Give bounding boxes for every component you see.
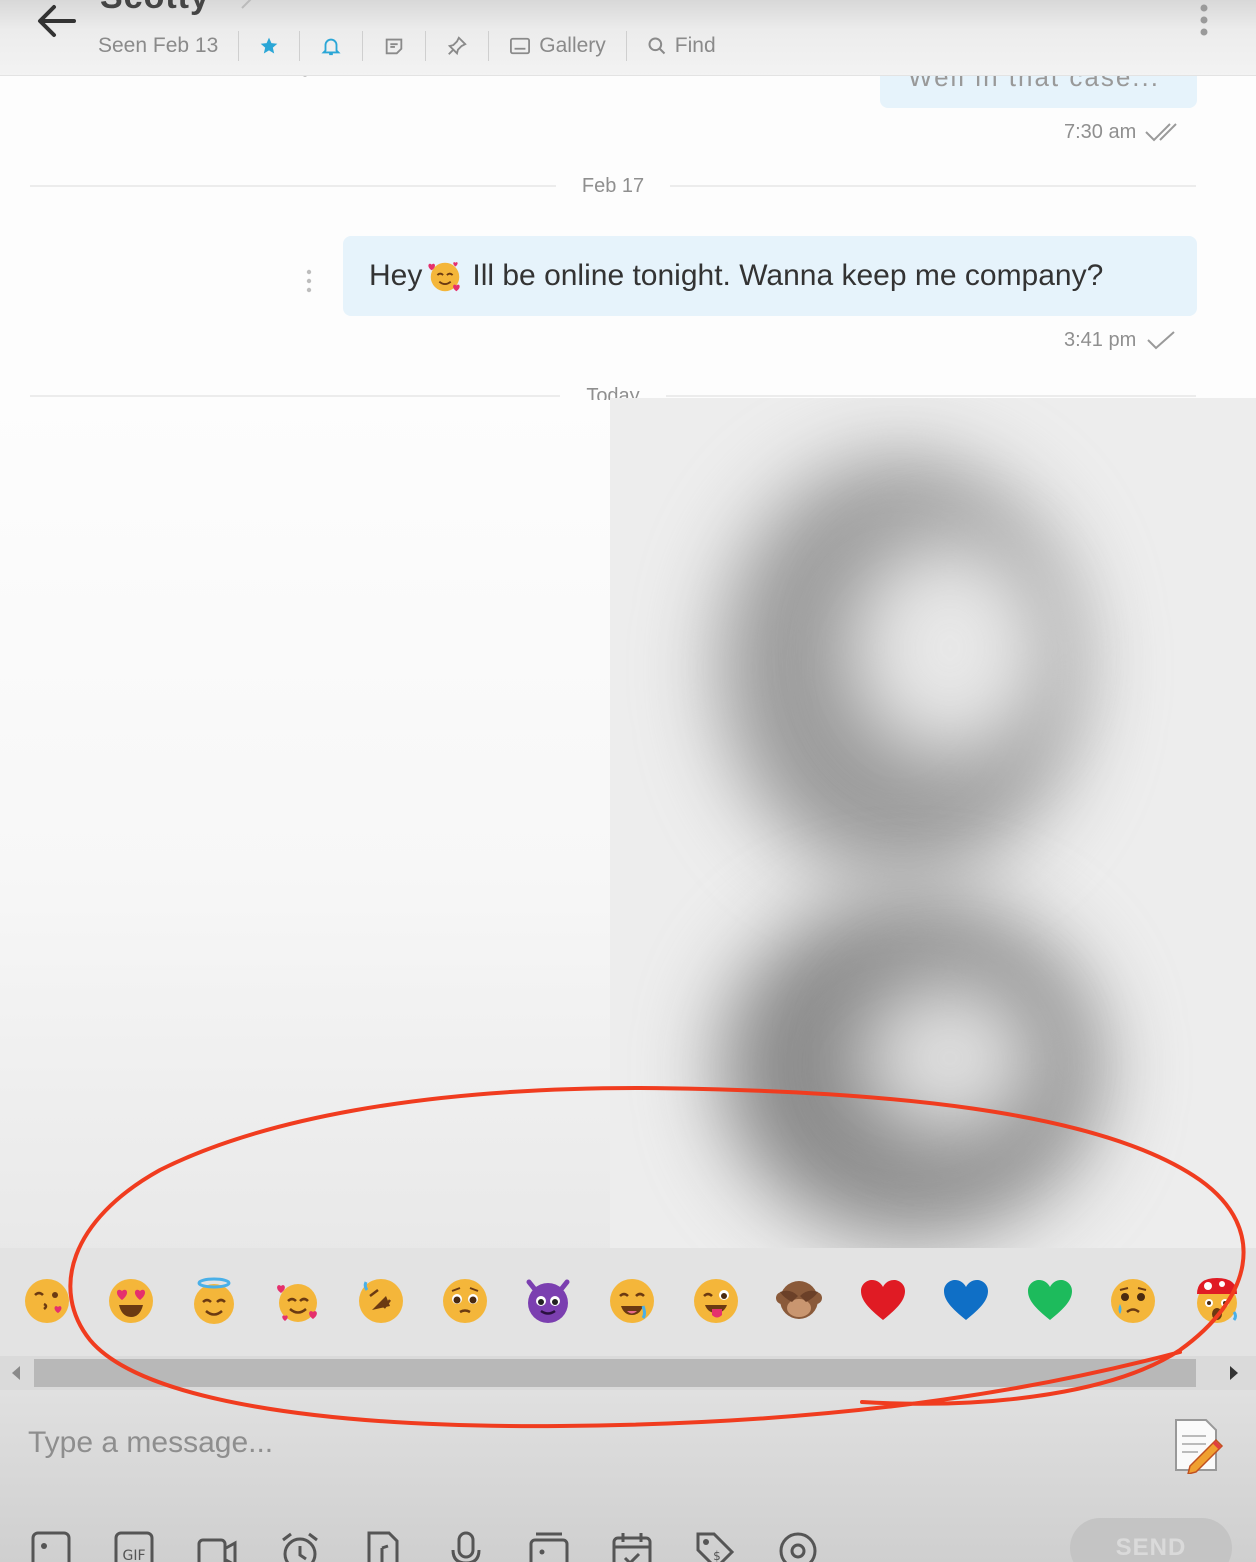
see-no-evil-monkey-icon[interactable] (774, 1276, 824, 1326)
smiling-face-with-hearts-icon[interactable] (273, 1276, 323, 1326)
calendar-icon[interactable] (611, 1530, 653, 1562)
message-bubble[interactable]: Hey Ill be online tonight. Wanna keep me… (343, 236, 1197, 316)
attachment-toolbar: GIF $ (30, 1530, 819, 1562)
price-tag-icon[interactable]: $ (694, 1530, 736, 1562)
heart-eyes-icon[interactable] (106, 1276, 156, 1326)
notifications-button[interactable] (300, 28, 362, 64)
favorite-button[interactable] (239, 28, 299, 64)
winking-tongue-icon[interactable] (691, 1276, 741, 1326)
green-heart-icon[interactable] (1025, 1276, 1075, 1326)
face-blowing-kiss-icon[interactable] (22, 1276, 72, 1326)
note-icon (386, 38, 403, 55)
timestamp-text: 7:30 am (1064, 120, 1137, 143)
send-button[interactable]: SEND (1070, 1518, 1232, 1562)
crying-face-icon[interactable] (1108, 1276, 1158, 1326)
chat-header: Scotty Seen Feb 13 Gallery Find (0, 0, 1256, 76)
message-text-start: Hey (369, 259, 423, 292)
video-icon[interactable] (196, 1530, 238, 1562)
smiling-face-with-hearts-icon (428, 262, 461, 292)
alarm-clock-icon[interactable] (279, 1530, 321, 1562)
audio-file-icon[interactable] (362, 1530, 404, 1562)
seen-status-text: Seen Feb 13 (98, 34, 219, 57)
emoji-bar (0, 1248, 1256, 1356)
chat-background (0, 400, 610, 1260)
message-text-end: Ill be online tonight. Wanna keep me com… (472, 259, 1104, 292)
gallery-icon (510, 37, 531, 55)
mention-icon[interactable] (777, 1530, 819, 1562)
divider-line (670, 185, 1197, 187)
chat-toolbar: Seen Feb 13 Gallery Find (98, 28, 736, 64)
check-icon (1147, 331, 1175, 350)
divider-date: Feb 17 (581, 174, 645, 197)
pin-icon (448, 36, 468, 56)
divider-line (30, 395, 561, 397)
red-heart-icon[interactable] (858, 1276, 908, 1326)
blur-blob (850, 538, 1050, 758)
double-check-icon (1145, 123, 1177, 142)
gallery-box-icon[interactable] (528, 1530, 570, 1562)
message-timestamp: 7:30 am (1064, 120, 1184, 144)
divider-line (665, 395, 1196, 397)
seen-status: Seen Feb 13 (98, 28, 238, 64)
mind-blown-face-icon[interactable] (1192, 1276, 1242, 1326)
message-composer: GIF $ SEND (0, 1390, 1256, 1562)
compose-note-icon[interactable] (1170, 1416, 1224, 1474)
blurred-image-attachment[interactable] (610, 398, 1256, 1248)
image-icon[interactable] (30, 1530, 72, 1562)
contact-name[interactable]: Scotty (100, 0, 210, 17)
svg-text:GIF: GIF (122, 1548, 145, 1562)
find-label: Find (674, 34, 716, 57)
blue-heart-icon[interactable] (941, 1276, 991, 1326)
search-icon (648, 37, 666, 55)
divider-line (30, 185, 556, 187)
scroll-left-arrow-icon[interactable] (8, 1364, 24, 1382)
star-icon (260, 37, 278, 54)
timestamp-text: 3:41 pm (1064, 328, 1137, 351)
edit-pencil-icon[interactable] (238, 0, 264, 10)
date-divider: Feb 17 (30, 174, 1197, 198)
notes-button[interactable] (363, 28, 425, 64)
smiling-devil-icon[interactable] (523, 1276, 573, 1326)
back-arrow-icon[interactable] (34, 2, 78, 40)
pleading-face-icon[interactable] (440, 1276, 490, 1326)
scroll-thumb[interactable] (34, 1359, 1196, 1387)
blur-blob (860, 978, 1040, 1138)
emoji-scrollbar[interactable] (0, 1356, 1256, 1390)
microphone-icon[interactable] (445, 1530, 487, 1562)
emoji-row (0, 1276, 1256, 1332)
bell-icon (321, 38, 341, 56)
halo-smile-icon[interactable] (189, 1276, 239, 1326)
gallery-button[interactable]: Gallery (489, 28, 626, 64)
message-timestamp: 3:41 pm (1064, 328, 1178, 352)
more-options-icon[interactable] (1192, 2, 1216, 38)
message-menu-icon[interactable] (305, 268, 313, 294)
message-input[interactable] (28, 1420, 1128, 1466)
pin-button[interactable] (426, 28, 488, 64)
find-button[interactable]: Find (627, 28, 736, 64)
gallery-label: Gallery (539, 34, 606, 57)
scroll-right-arrow-icon[interactable] (1226, 1364, 1242, 1382)
svg-text:$: $ (713, 1549, 721, 1562)
gif-icon[interactable]: GIF (113, 1530, 155, 1562)
rolling-laughing-icon[interactable] (356, 1276, 406, 1326)
drooling-face-icon[interactable] (607, 1276, 657, 1326)
